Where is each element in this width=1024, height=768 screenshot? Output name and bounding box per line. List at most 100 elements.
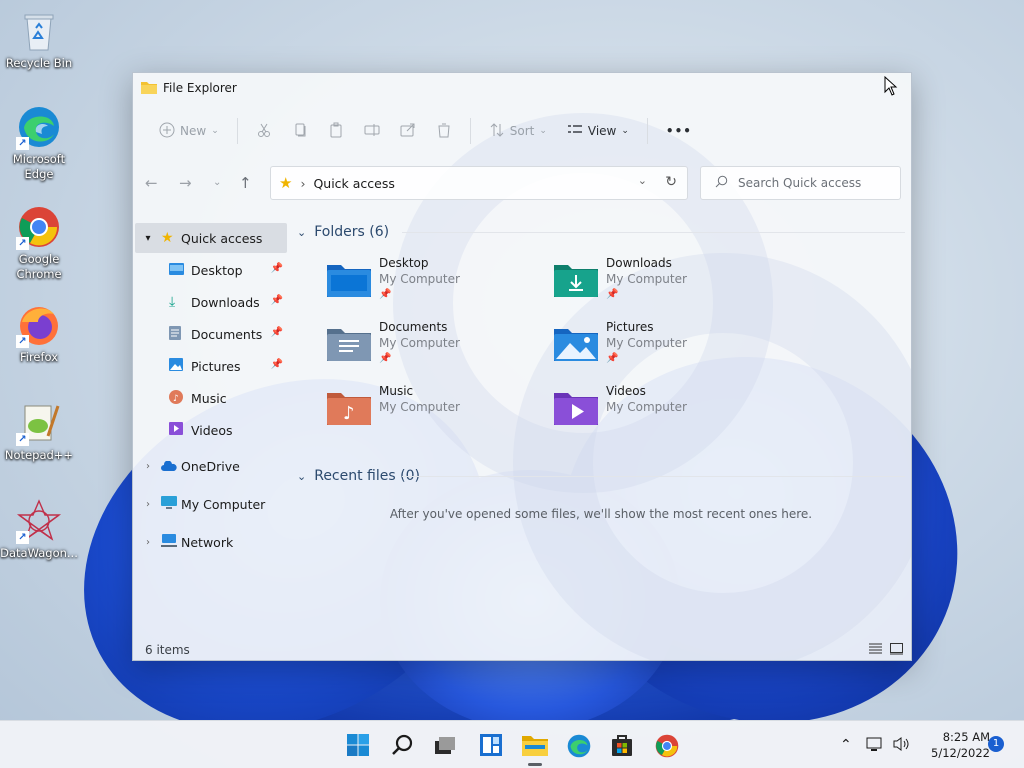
shortcut-arrow-icon: ↗ — [16, 531, 29, 544]
sidebar-item-pictures[interactable]: Pictures 📌 — [135, 351, 287, 381]
view-button[interactable]: View ⌄ — [559, 115, 637, 147]
shortcut-arrow-icon: ↗ — [16, 433, 29, 446]
delete-button[interactable] — [428, 115, 460, 147]
share-button[interactable] — [392, 115, 424, 147]
start-button[interactable] — [346, 733, 372, 759]
forward-arrow-icon[interactable]: → — [179, 174, 192, 192]
notification-badge[interactable]: 1 — [988, 736, 1004, 752]
videos-folder-icon — [554, 389, 598, 427]
desktop-icon-chrome[interactable]: ↗ Google Chrome — [0, 204, 78, 282]
folder-tile-documents[interactable]: Documents My Computer 📌 — [327, 319, 554, 365]
back-arrow-icon[interactable]: ← — [145, 174, 158, 192]
mouse-cursor — [884, 76, 898, 96]
clock[interactable]: 8:25 AM 5/12/2022 — [914, 729, 990, 761]
recent-files-section-header[interactable]: ⌄ Recent files (0) — [297, 465, 905, 487]
folder-tile-music[interactable]: ♪ Music My Computer — [327, 383, 554, 429]
sort-label: Sort — [509, 124, 535, 138]
edge-icon — [567, 734, 591, 758]
sidebar-item-label: Downloads — [191, 294, 260, 310]
video-icon — [169, 422, 191, 438]
title-bar[interactable]: File Explorer — [133, 73, 911, 103]
shortcut-arrow-icon: ↗ — [16, 137, 29, 150]
sidebar-item-documents[interactable]: Documents 📌 — [135, 319, 287, 349]
store-taskbar-button[interactable] — [610, 733, 636, 759]
copy-icon — [292, 122, 308, 141]
view-list-icon — [567, 122, 583, 141]
clock-date: 5/12/2022 — [931, 746, 990, 760]
scissors-icon — [256, 122, 272, 141]
computer-icon — [161, 495, 181, 513]
more-button[interactable]: ••• — [658, 115, 700, 147]
desktop-icon-label: Notepad++ — [4, 448, 74, 462]
folder-tile-desktop[interactable]: Desktop My Computer 📌 — [327, 255, 554, 301]
share-icon — [400, 122, 416, 141]
sidebar-item-music[interactable]: ♪ Music — [135, 383, 287, 413]
edge-taskbar-button[interactable] — [566, 733, 592, 759]
plus-circle-icon — [159, 122, 175, 141]
desktop-icon-notepadpp[interactable]: ↗ Notepad++ — [0, 400, 78, 463]
chevron-right-icon: › — [146, 498, 150, 510]
cut-button[interactable] — [248, 115, 280, 147]
sidebar-item-desktop[interactable]: Desktop 📌 — [135, 255, 287, 285]
search-taskbar-button[interactable] — [391, 733, 417, 759]
copy-button[interactable] — [284, 115, 316, 147]
folders-section-title: Folders (6) — [314, 224, 390, 240]
address-bar[interactable]: ★ › Quick access ⌄ ↻ — [270, 166, 688, 200]
desktop-icon-label: Firefox — [19, 350, 59, 364]
desktop-icon-edge[interactable]: ↗ Microsoft Edge — [0, 104, 78, 182]
pin-icon: 📌 — [270, 359, 283, 370]
desktop-icon-datawagon[interactable]: ↗ DataWagon... — [0, 498, 78, 561]
folder-name: Videos — [606, 384, 646, 398]
folder-tile-pictures[interactable]: Pictures My Computer 📌 — [554, 319, 781, 365]
music-icon: ♪ — [169, 389, 191, 407]
recent-files-empty-message: After you've opened some files, we'll sh… — [389, 507, 813, 521]
sidebar-item-quick-access[interactable]: ▾ ★ Quick access — [135, 223, 287, 253]
breadcrumb-quick-access[interactable]: Quick access — [313, 176, 394, 191]
pin-icon: 📌 — [270, 295, 283, 306]
large-icons-view-icon[interactable] — [890, 643, 903, 658]
paste-button[interactable] — [320, 115, 352, 147]
desktop-folder-icon — [327, 261, 371, 299]
svg-text:♪: ♪ — [343, 403, 355, 424]
search-icon — [715, 175, 728, 191]
view-toggle — [869, 643, 903, 658]
desktop-icon-firefox[interactable]: ↗ Firefox — [0, 302, 78, 365]
search-box[interactable]: Search Quick access — [700, 166, 901, 200]
view-label: View — [587, 124, 617, 138]
file-explorer-icon — [522, 736, 548, 756]
rename-icon — [364, 122, 380, 141]
recent-locations-chevron-icon[interactable]: ⌄ — [213, 174, 221, 192]
task-view-button[interactable] — [433, 733, 459, 759]
sidebar-item-label: Videos — [191, 422, 233, 438]
refresh-icon[interactable]: ↻ — [665, 174, 677, 190]
chevron-up-icon[interactable]: ⌃ — [840, 737, 852, 753]
new-button[interactable]: New ⌄ — [151, 115, 227, 147]
widgets-button[interactable] — [479, 733, 505, 759]
chevron-right-icon: › — [146, 536, 150, 548]
star-icon: ★ — [279, 174, 293, 192]
sidebar-item-my-computer[interactable]: › My Computer — [135, 489, 287, 519]
file-explorer-window: File Explorer New ⌄ Sort ⌄ View ⌄ ••• ← … — [132, 72, 912, 661]
sidebar-item-downloads[interactable]: ⤓ Downloads 📌 — [135, 287, 287, 317]
sidebar-item-onedrive[interactable]: › OneDrive — [135, 451, 287, 481]
network-tray-icon[interactable] — [866, 736, 884, 755]
chrome-taskbar-button[interactable] — [654, 733, 680, 759]
rename-button[interactable] — [356, 115, 388, 147]
sidebar-item-videos[interactable]: Videos — [135, 415, 287, 445]
navigation-row: ← → ⌄ ↑ ★ › Quick access ⌄ ↻ Search Quic… — [133, 166, 911, 202]
system-tray: ⌃ — [840, 721, 910, 768]
folders-section-header[interactable]: ⌄ Folders (6) — [297, 221, 905, 243]
folder-tile-videos[interactable]: Videos My Computer — [554, 383, 781, 429]
folder-tile-downloads[interactable]: Downloads My Computer 📌 — [554, 255, 781, 301]
up-arrow-icon[interactable]: ↑ — [239, 174, 252, 192]
details-view-icon[interactable] — [869, 643, 882, 658]
sort-button[interactable]: Sort ⌄ — [481, 115, 555, 147]
volume-icon[interactable] — [892, 736, 910, 755]
desktop-icon-recycle-bin[interactable]: Recycle Bin — [0, 8, 78, 71]
more-icon: ••• — [665, 124, 692, 138]
sidebar-item-network[interactable]: › Network — [135, 527, 287, 557]
task-view-icon — [435, 737, 455, 754]
file-explorer-taskbar-button[interactable] — [522, 733, 548, 759]
address-dropdown-icon[interactable]: ⌄ — [638, 174, 647, 187]
search-icon — [392, 734, 413, 755]
